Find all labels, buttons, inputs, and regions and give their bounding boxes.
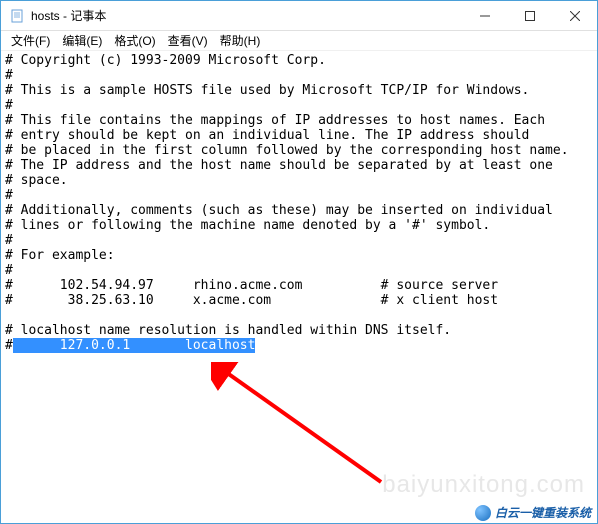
text-line: # entry should be kept on an individual … xyxy=(5,128,529,143)
text-line: # This file contains the mappings of IP … xyxy=(5,113,545,128)
text-line: # For example: xyxy=(5,248,115,263)
footer-brand: 白云一键重装系统 xyxy=(475,504,591,521)
text-line: # be placed in the first column followed… xyxy=(5,143,569,158)
window-title: hosts - 记事本 xyxy=(31,7,106,24)
text-line: # xyxy=(5,263,13,278)
text-line: # 102.54.94.97 rhino.acme.com # source s… xyxy=(5,278,498,293)
text-line: # space. xyxy=(5,173,68,188)
menu-file[interactable]: 文件(F) xyxy=(5,30,56,51)
text-line: # Additionally, comments (such as these)… xyxy=(5,203,553,218)
text-editor-content[interactable]: # Copyright (c) 1993-2009 Microsoft Corp… xyxy=(1,51,597,355)
text-line: # This is a sample HOSTS file used by Mi… xyxy=(5,83,529,98)
menu-view[interactable]: 查看(V) xyxy=(162,30,214,51)
text-line: # xyxy=(5,188,13,203)
text-line: # Copyright (c) 1993-2009 Microsoft Corp… xyxy=(5,53,326,68)
text-line: # The IP address and the host name shoul… xyxy=(5,158,553,173)
close-button[interactable] xyxy=(552,1,597,31)
brand-text: 白云一键重装系统 xyxy=(495,504,591,521)
window-controls xyxy=(462,1,597,30)
menu-help[interactable]: 帮助(H) xyxy=(214,30,267,51)
selected-text: 127.0.0.1 localhost xyxy=(13,338,256,353)
menu-edit[interactable]: 编辑(E) xyxy=(56,30,108,51)
maximize-button[interactable] xyxy=(507,1,552,31)
text-line: # xyxy=(5,338,13,353)
brand-logo-icon xyxy=(475,505,491,521)
menubar: 文件(F) 编辑(E) 格式(O) 查看(V) 帮助(H) xyxy=(1,31,597,51)
watermark-text: baiyunxitong.com xyxy=(382,471,585,499)
annotation-arrow-icon xyxy=(211,362,391,492)
text-line: # xyxy=(5,98,13,113)
text-line: # xyxy=(5,233,13,248)
text-line: # localhost name resolution is handled w… xyxy=(5,323,451,338)
titlebar: hosts - 记事本 xyxy=(1,1,597,31)
notepad-icon xyxy=(9,8,25,24)
text-line: # xyxy=(5,68,13,83)
text-line: # lines or following the machine name de… xyxy=(5,218,490,233)
menu-format[interactable]: 格式(O) xyxy=(108,30,161,51)
minimize-button[interactable] xyxy=(462,1,507,31)
text-line: # 38.25.63.10 x.acme.com # x client host xyxy=(5,293,498,308)
